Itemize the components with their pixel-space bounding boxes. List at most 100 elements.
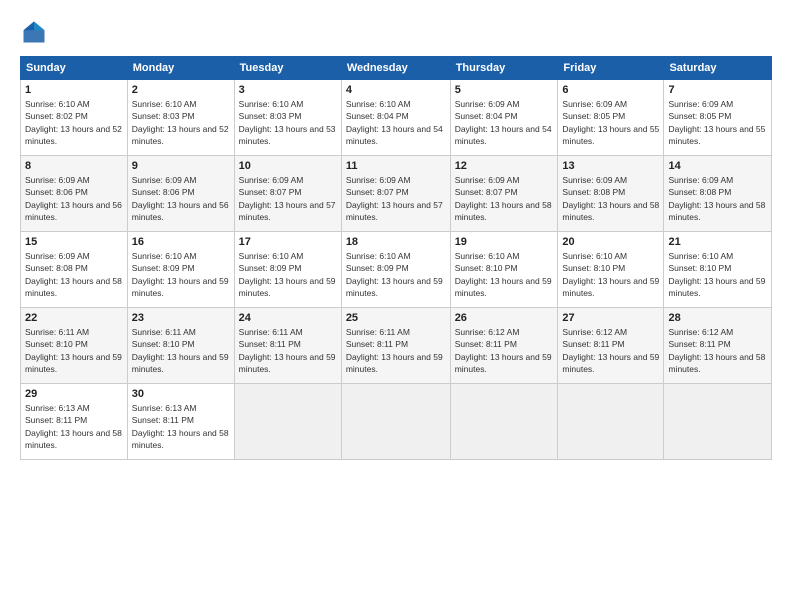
calendar-cell: 2 Sunrise: 6:10 AMSunset: 8:03 PMDaylight…: [127, 80, 234, 156]
calendar-cell: [450, 384, 558, 460]
day-detail: Sunrise: 6:10 AMSunset: 8:03 PMDaylight:…: [132, 98, 230, 147]
logo: [20, 18, 52, 46]
calendar-cell: 9Sunrise: 6:09 AMSunset: 8:06 PMDaylight…: [127, 156, 234, 232]
day-detail: Sunrise: 6:09 AMSunset: 8:08 PMDaylight:…: [668, 174, 767, 223]
calendar-cell: 10 Sunrise: 6:09 AMSunset: 8:07 PMDayligh…: [234, 156, 341, 232]
day-number: 7: [668, 84, 767, 96]
calendar-cell: 15 Sunrise: 6:09 AMSunset: 8:08 PMDayligh…: [21, 232, 128, 308]
day-number: 15: [25, 236, 123, 248]
calendar-cell: 3 Sunrise: 6:10 AMSunset: 8:03 PMDaylight…: [234, 80, 341, 156]
day-detail: Sunrise: 6:10 AMSunset: 8:02 PMDaylight:…: [25, 98, 123, 147]
day-number: 22: [25, 312, 123, 324]
day-number: 4: [346, 84, 446, 96]
calendar-cell: 6 Sunrise: 6:09 AMSunset: 8:05 PMDaylight…: [558, 80, 664, 156]
calendar-cell: 25 Sunrise: 6:11 AMSunset: 8:11 PMDayligh…: [341, 308, 450, 384]
day-detail: Sunrise: 6:09 AMSunset: 8:07 PMDaylight:…: [239, 174, 337, 223]
day-detail: Sunrise: 6:09 AMSunset: 8:08 PMDaylight:…: [562, 174, 659, 223]
day-detail: Sunrise: 6:12 AMSunset: 8:11 PMDaylight:…: [455, 326, 554, 375]
page: SundayMondayTuesdayWednesdayThursdayFrid…: [0, 0, 792, 612]
day-number: 19: [455, 236, 554, 248]
day-detail: Sunrise: 6:11 AMSunset: 8:10 PMDaylight:…: [25, 326, 123, 375]
calendar-cell: 26 Sunrise: 6:12 AMSunset: 8:11 PMDayligh…: [450, 308, 558, 384]
day-detail: Sunrise: 6:10 AMSunset: 8:09 PMDaylight:…: [239, 250, 337, 299]
calendar-cell: [664, 384, 772, 460]
day-detail: Sunrise: 6:09 AMSunset: 8:05 PMDaylight:…: [668, 98, 767, 147]
day-detail: Sunrise: 6:13 AMSunset: 8:11 PMDaylight:…: [25, 402, 123, 451]
calendar-cell: 21 Sunrise: 6:10 AMSunset: 8:10 PMDayligh…: [664, 232, 772, 308]
day-detail: Sunrise: 6:09 AMSunset: 8:07 PMDaylight:…: [346, 174, 446, 223]
day-number: 2: [132, 84, 230, 96]
calendar-cell: [341, 384, 450, 460]
calendar-cell: 12Sunrise: 6:09 AMSunset: 8:07 PMDayligh…: [450, 156, 558, 232]
weekday-header-saturday: Saturday: [664, 57, 772, 80]
calendar-cell: 30Sunrise: 6:13 AMSunset: 8:11 PMDayligh…: [127, 384, 234, 460]
day-detail: Sunrise: 6:10 AMSunset: 8:09 PMDaylight:…: [346, 250, 446, 299]
day-number: 24: [239, 312, 337, 324]
day-number: 12: [455, 160, 554, 172]
weekday-header-thursday: Thursday: [450, 57, 558, 80]
day-number: 10: [239, 160, 337, 172]
day-number: 3: [239, 84, 337, 96]
weekday-header-tuesday: Tuesday: [234, 57, 341, 80]
calendar-cell: 23 Sunrise: 6:11 AMSunset: 8:10 PMDayligh…: [127, 308, 234, 384]
day-number: 6: [562, 84, 659, 96]
day-number: 25: [346, 312, 446, 324]
weekday-header-monday: Monday: [127, 57, 234, 80]
calendar-cell: 20 Sunrise: 6:10 AMSunset: 8:10 PMDayligh…: [558, 232, 664, 308]
calendar-cell: 22 Sunrise: 6:11 AMSunset: 8:10 PMDayligh…: [21, 308, 128, 384]
calendar-cell: [234, 384, 341, 460]
day-detail: Sunrise: 6:09 AMSunset: 8:06 PMDaylight:…: [25, 174, 123, 223]
calendar-cell: 7 Sunrise: 6:09 AMSunset: 8:05 PMDaylight…: [664, 80, 772, 156]
calendar-cell: 18 Sunrise: 6:10 AMSunset: 8:09 PMDayligh…: [341, 232, 450, 308]
day-number: 26: [455, 312, 554, 324]
calendar-cell: [558, 384, 664, 460]
weekday-header-sunday: Sunday: [21, 57, 128, 80]
day-detail: Sunrise: 6:12 AMSunset: 8:11 PMDaylight:…: [562, 326, 659, 375]
header: [20, 18, 772, 46]
day-detail: Sunrise: 6:09 AMSunset: 8:05 PMDaylight:…: [562, 98, 659, 147]
day-number: 17: [239, 236, 337, 248]
calendar-cell: 27 Sunrise: 6:12 AMSunset: 8:11 PMDayligh…: [558, 308, 664, 384]
weekday-header-friday: Friday: [558, 57, 664, 80]
day-number: 1: [25, 84, 123, 96]
calendar-cell: 24 Sunrise: 6:11 AMSunset: 8:11 PMDayligh…: [234, 308, 341, 384]
calendar-cell: 14 Sunrise: 6:09 AMSunset: 8:08 PMDayligh…: [664, 156, 772, 232]
calendar-cell: 29Sunrise: 6:13 AMSunset: 8:11 PMDayligh…: [21, 384, 128, 460]
day-number: 27: [562, 312, 659, 324]
calendar-cell: 16Sunrise: 6:10 AMSunset: 8:09 PMDayligh…: [127, 232, 234, 308]
day-number: 14: [668, 160, 767, 172]
day-number: 16: [132, 236, 230, 248]
day-number: 20: [562, 236, 659, 248]
calendar-cell: 28 Sunrise: 6:12 AMSunset: 8:11 PMDayligh…: [664, 308, 772, 384]
logo-icon: [20, 18, 48, 46]
calendar-week-1: 1 Sunrise: 6:10 AMSunset: 8:02 PMDaylight…: [21, 80, 772, 156]
day-detail: Sunrise: 6:10 AMSunset: 8:10 PMDaylight:…: [668, 250, 767, 299]
weekday-header-row: SundayMondayTuesdayWednesdayThursdayFrid…: [21, 57, 772, 80]
calendar-cell: 5 Sunrise: 6:09 AMSunset: 8:04 PMDaylight…: [450, 80, 558, 156]
day-detail: Sunrise: 6:10 AMSunset: 8:10 PMDaylight:…: [562, 250, 659, 299]
calendar-week-4: 22 Sunrise: 6:11 AMSunset: 8:10 PMDayligh…: [21, 308, 772, 384]
calendar-week-2: 8 Sunrise: 6:09 AMSunset: 8:06 PMDaylight…: [21, 156, 772, 232]
day-detail: Sunrise: 6:13 AMSunset: 8:11 PMDaylight:…: [132, 402, 230, 451]
calendar-cell: 17 Sunrise: 6:10 AMSunset: 8:09 PMDayligh…: [234, 232, 341, 308]
day-detail: Sunrise: 6:09 AMSunset: 8:08 PMDaylight:…: [25, 250, 123, 299]
calendar-cell: 4 Sunrise: 6:10 AMSunset: 8:04 PMDaylight…: [341, 80, 450, 156]
day-number: 5: [455, 84, 554, 96]
day-number: 18: [346, 236, 446, 248]
day-number: 8: [25, 160, 123, 172]
calendar-cell: 19 Sunrise: 6:10 AMSunset: 8:10 PMDayligh…: [450, 232, 558, 308]
day-detail: Sunrise: 6:12 AMSunset: 8:11 PMDaylight:…: [668, 326, 767, 375]
day-detail: Sunrise: 6:10 AMSunset: 8:10 PMDaylight:…: [455, 250, 554, 299]
calendar-week-3: 15 Sunrise: 6:09 AMSunset: 8:08 PMDayligh…: [21, 232, 772, 308]
day-number: 23: [132, 312, 230, 324]
day-detail: Sunrise: 6:09 AMSunset: 8:06 PMDaylight:…: [132, 174, 230, 223]
day-detail: Sunrise: 6:11 AMSunset: 8:11 PMDaylight:…: [346, 326, 446, 375]
day-number: 21: [668, 236, 767, 248]
day-detail: Sunrise: 6:09 AMSunset: 8:04 PMDaylight:…: [455, 98, 554, 147]
calendar-table: SundayMondayTuesdayWednesdayThursdayFrid…: [20, 56, 772, 460]
day-number: 28: [668, 312, 767, 324]
day-detail: Sunrise: 6:11 AMSunset: 8:11 PMDaylight:…: [239, 326, 337, 375]
day-detail: Sunrise: 6:10 AMSunset: 8:03 PMDaylight:…: [239, 98, 337, 147]
day-detail: Sunrise: 6:10 AMSunset: 8:04 PMDaylight:…: [346, 98, 446, 147]
day-detail: Sunrise: 6:11 AMSunset: 8:10 PMDaylight:…: [132, 326, 230, 375]
